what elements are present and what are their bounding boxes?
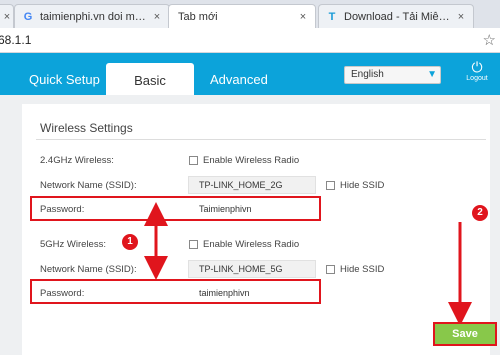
annotation-arrows [144, 202, 472, 326]
step-badge-2: 2 [472, 205, 488, 221]
step-badge-1: 1 [122, 234, 138, 250]
save-button[interactable]: Save [433, 322, 497, 346]
